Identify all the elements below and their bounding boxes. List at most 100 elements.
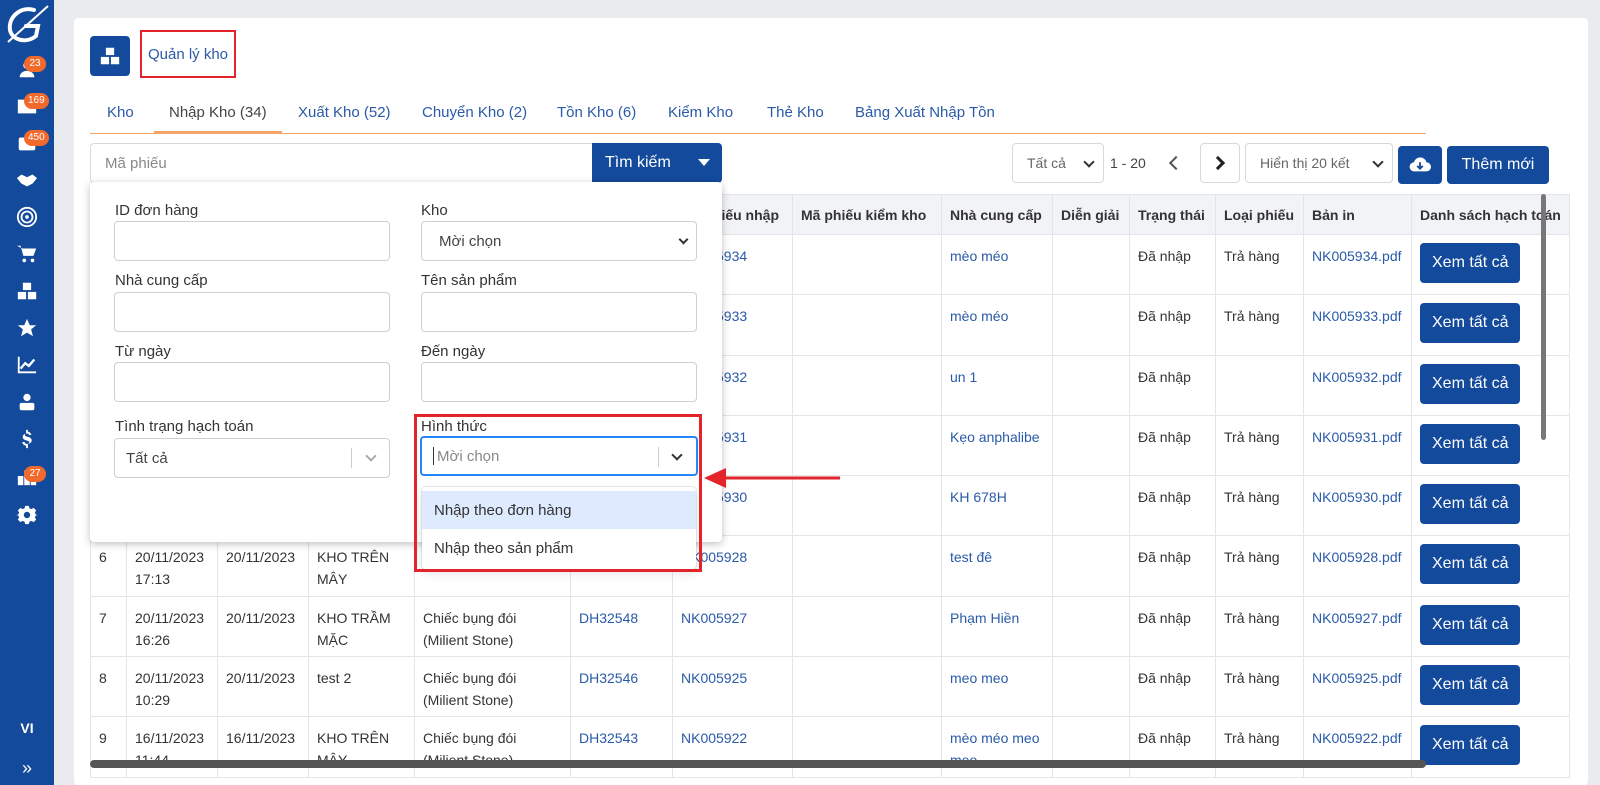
cell-supplier[interactable]: un 1 <box>941 354 1053 416</box>
cell-status: Đã nhập <box>1129 233 1216 296</box>
view-all-button[interactable]: Xem tất cả <box>1420 423 1521 464</box>
text-cursor <box>433 447 434 465</box>
star-icon[interactable] <box>14 315 40 341</box>
cell-supplier[interactable]: test đê <box>941 535 1053 597</box>
chart-line-icon[interactable] <box>14 352 40 378</box>
cell-receipt[interactable]: NK005922 <box>672 716 793 778</box>
cell-supplier[interactable]: mèo méo <box>941 233 1053 296</box>
cell-type: Trả hàng <box>1215 656 1304 718</box>
active-tab-indicator <box>154 131 282 134</box>
cell-warehouse: test 2 <box>308 656 415 718</box>
cell-receipt[interactable]: NK005927 <box>672 595 793 658</box>
cell-check <box>792 233 942 296</box>
prev-page-button[interactable] <box>1154 143 1194 183</box>
dollar-icon[interactable] <box>14 426 40 452</box>
tab-kho[interactable]: Kho <box>107 104 134 121</box>
product-name-label: Tên sản phẩm <box>421 272 517 289</box>
target-icon[interactable] <box>14 204 40 230</box>
page-size-select[interactable]: Hiển thị 20 kết <box>1245 143 1393 183</box>
warehouse-icon[interactable] <box>14 278 40 304</box>
warehouse-select[interactable]: Mời chọn <box>421 221 697 261</box>
table-row: 7 20/11/2023 16:26 20/11/2023 KHO TRẦM MẶC C… <box>90 595 1570 658</box>
supplier-label: Nhà cung cấp <box>115 272 208 289</box>
cell-type: Trả hàng <box>1215 414 1304 477</box>
chevron-down-icon[interactable] <box>671 449 683 461</box>
cell-supplier[interactable]: Kẹo anphalibe <box>941 414 1053 477</box>
product-name-input[interactable] <box>421 292 697 332</box>
language-switch[interactable]: VI <box>0 720 54 736</box>
view-all-button[interactable]: Xem tất cả <box>1420 725 1521 766</box>
cart-icon[interactable] <box>14 241 40 267</box>
cell-order[interactable]: DH32546 <box>570 656 673 718</box>
view-all-button[interactable]: Xem tất cả <box>1420 665 1521 706</box>
tab-the-kho[interactable]: Thẻ Kho <box>767 104 824 121</box>
cell-order[interactable]: DH32543 <box>570 716 673 778</box>
view-all-button[interactable]: Xem tất cả <box>1420 484 1521 525</box>
page-title[interactable]: Quản lý kho <box>148 46 228 63</box>
cell-print[interactable]: NK005925.pdf <box>1303 656 1412 718</box>
cell-print[interactable]: NK005930.pdf <box>1303 475 1412 537</box>
next-page-button[interactable] <box>1200 143 1240 183</box>
cell-created: 20/11/2023 10:29 <box>126 656 218 718</box>
logo-icon[interactable] <box>4 4 50 46</box>
cell-print[interactable]: NK005931.pdf <box>1303 414 1412 477</box>
chevron-down-icon <box>678 234 689 245</box>
tab-nhap-kho[interactable]: Nhập Kho (34) <box>169 104 267 121</box>
cell-supplier[interactable]: mèo méo <box>941 294 1053 356</box>
tab-ton-kho[interactable]: Tồn Kho (6) <box>557 104 636 121</box>
warehouse-module-button[interactable] <box>90 36 130 76</box>
option-import-by-product[interactable]: Nhập theo sản phẩm <box>422 529 696 567</box>
caret-down-icon[interactable] <box>698 159 710 166</box>
view-all-button[interactable]: Xem tất cả <box>1420 604 1521 645</box>
cell-print[interactable]: NK005932.pdf <box>1303 354 1412 416</box>
cell-order[interactable]: DH32548 <box>570 595 673 658</box>
cell-supplier[interactable]: KH 678H <box>941 475 1053 537</box>
to-date-input[interactable] <box>421 362 697 402</box>
staff-icon[interactable] <box>14 389 40 415</box>
cell-print[interactable]: NK005927.pdf <box>1303 595 1412 658</box>
cell-status: Đã nhập <box>1129 716 1216 778</box>
tab-xuat-kho[interactable]: Xuất Kho (52) <box>298 104 391 121</box>
download-button[interactable] <box>1398 146 1442 184</box>
supplier-input[interactable] <box>114 292 390 332</box>
expand-sidebar-icon[interactable]: » <box>0 758 54 779</box>
cell-created: 20/11/2023 16:26 <box>126 595 218 658</box>
cell-accounting: Xem tất cả <box>1411 595 1570 658</box>
cell-receipt[interactable]: NK005925 <box>672 656 793 718</box>
cell-created: 16/11/2023 11:44 <box>126 716 218 778</box>
vertical-scrollbar[interactable] <box>1541 194 1546 440</box>
search-button[interactable]: Tìm kiếm <box>592 143 722 183</box>
scope-select[interactable]: Tất cả <box>1012 143 1104 183</box>
cell-print[interactable]: NK005928.pdf <box>1303 535 1412 597</box>
cell-print[interactable]: NK005933.pdf <box>1303 294 1412 356</box>
view-all-button[interactable]: Xem tất cả <box>1420 303 1521 344</box>
col-header-note: Diễn giải <box>1052 194 1130 235</box>
view-all-button[interactable]: Xem tất cả <box>1420 243 1521 283</box>
cell-supplier[interactable]: meo meo <box>941 656 1053 718</box>
chevron-down-icon <box>1083 156 1095 168</box>
search-input[interactable]: Mã phiếu <box>90 143 592 183</box>
cell-date: 20/11/2023 <box>217 535 309 597</box>
cell-print[interactable]: NK005934.pdf <box>1303 233 1412 296</box>
cell-supplier[interactable]: Phạm Hiền <box>941 595 1053 658</box>
from-date-input[interactable] <box>114 362 390 402</box>
horizontal-scrollbar[interactable] <box>90 760 1426 768</box>
tab-kiem-kho[interactable]: Kiểm Kho <box>668 104 733 121</box>
view-all-button[interactable]: Xem tất cả <box>1420 363 1521 404</box>
option-import-by-order[interactable]: Nhập theo đơn hàng <box>422 491 696 529</box>
view-all-button[interactable]: Xem tất cả <box>1420 544 1521 585</box>
accounting-status-select[interactable]: Tất cả <box>114 438 390 478</box>
add-new-button[interactable]: Thêm mới <box>1447 146 1549 184</box>
cell-supplier[interactable]: mèo méo meo meo <box>941 716 1053 778</box>
handshake-icon[interactable] <box>14 167 40 193</box>
tab-chuyen-kho[interactable]: Chuyển Kho (2) <box>422 104 527 121</box>
chevron-down-icon <box>365 450 377 462</box>
cell-note <box>1052 414 1130 477</box>
order-id-input[interactable] <box>114 221 390 261</box>
settings-gear-icon[interactable] <box>14 502 40 528</box>
from-date-label: Từ ngày <box>115 343 171 360</box>
form-type-label: Hình thức <box>421 418 487 435</box>
cell-print[interactable]: NK005922.pdf <box>1303 716 1412 778</box>
form-type-select[interactable]: Mời chọn <box>420 436 698 476</box>
tab-bang-xuat-nhap-ton[interactable]: Bảng Xuất Nhập Tồn <box>855 104 995 121</box>
